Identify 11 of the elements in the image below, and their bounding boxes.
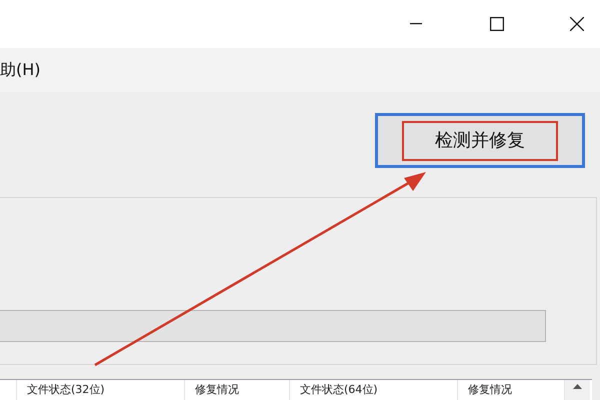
column-header[interactable]: 修复情况	[185, 380, 290, 400]
repair-button[interactable]: 检测并修复	[378, 116, 582, 165]
column-header[interactable]: 文件状态(64位)	[290, 380, 458, 400]
column-header[interactable]: 文件状态(32位)	[17, 380, 185, 400]
up-arrow-icon	[573, 384, 582, 389]
close-icon[interactable]	[570, 17, 584, 31]
scroll-up-button[interactable]	[565, 380, 590, 400]
maximize-icon[interactable]	[490, 17, 504, 31]
minimize-icon[interactable]	[410, 23, 422, 25]
menu-item[interactable]: 助(H)	[0, 58, 45, 82]
annotation-frame: 检测并修复	[402, 120, 558, 160]
